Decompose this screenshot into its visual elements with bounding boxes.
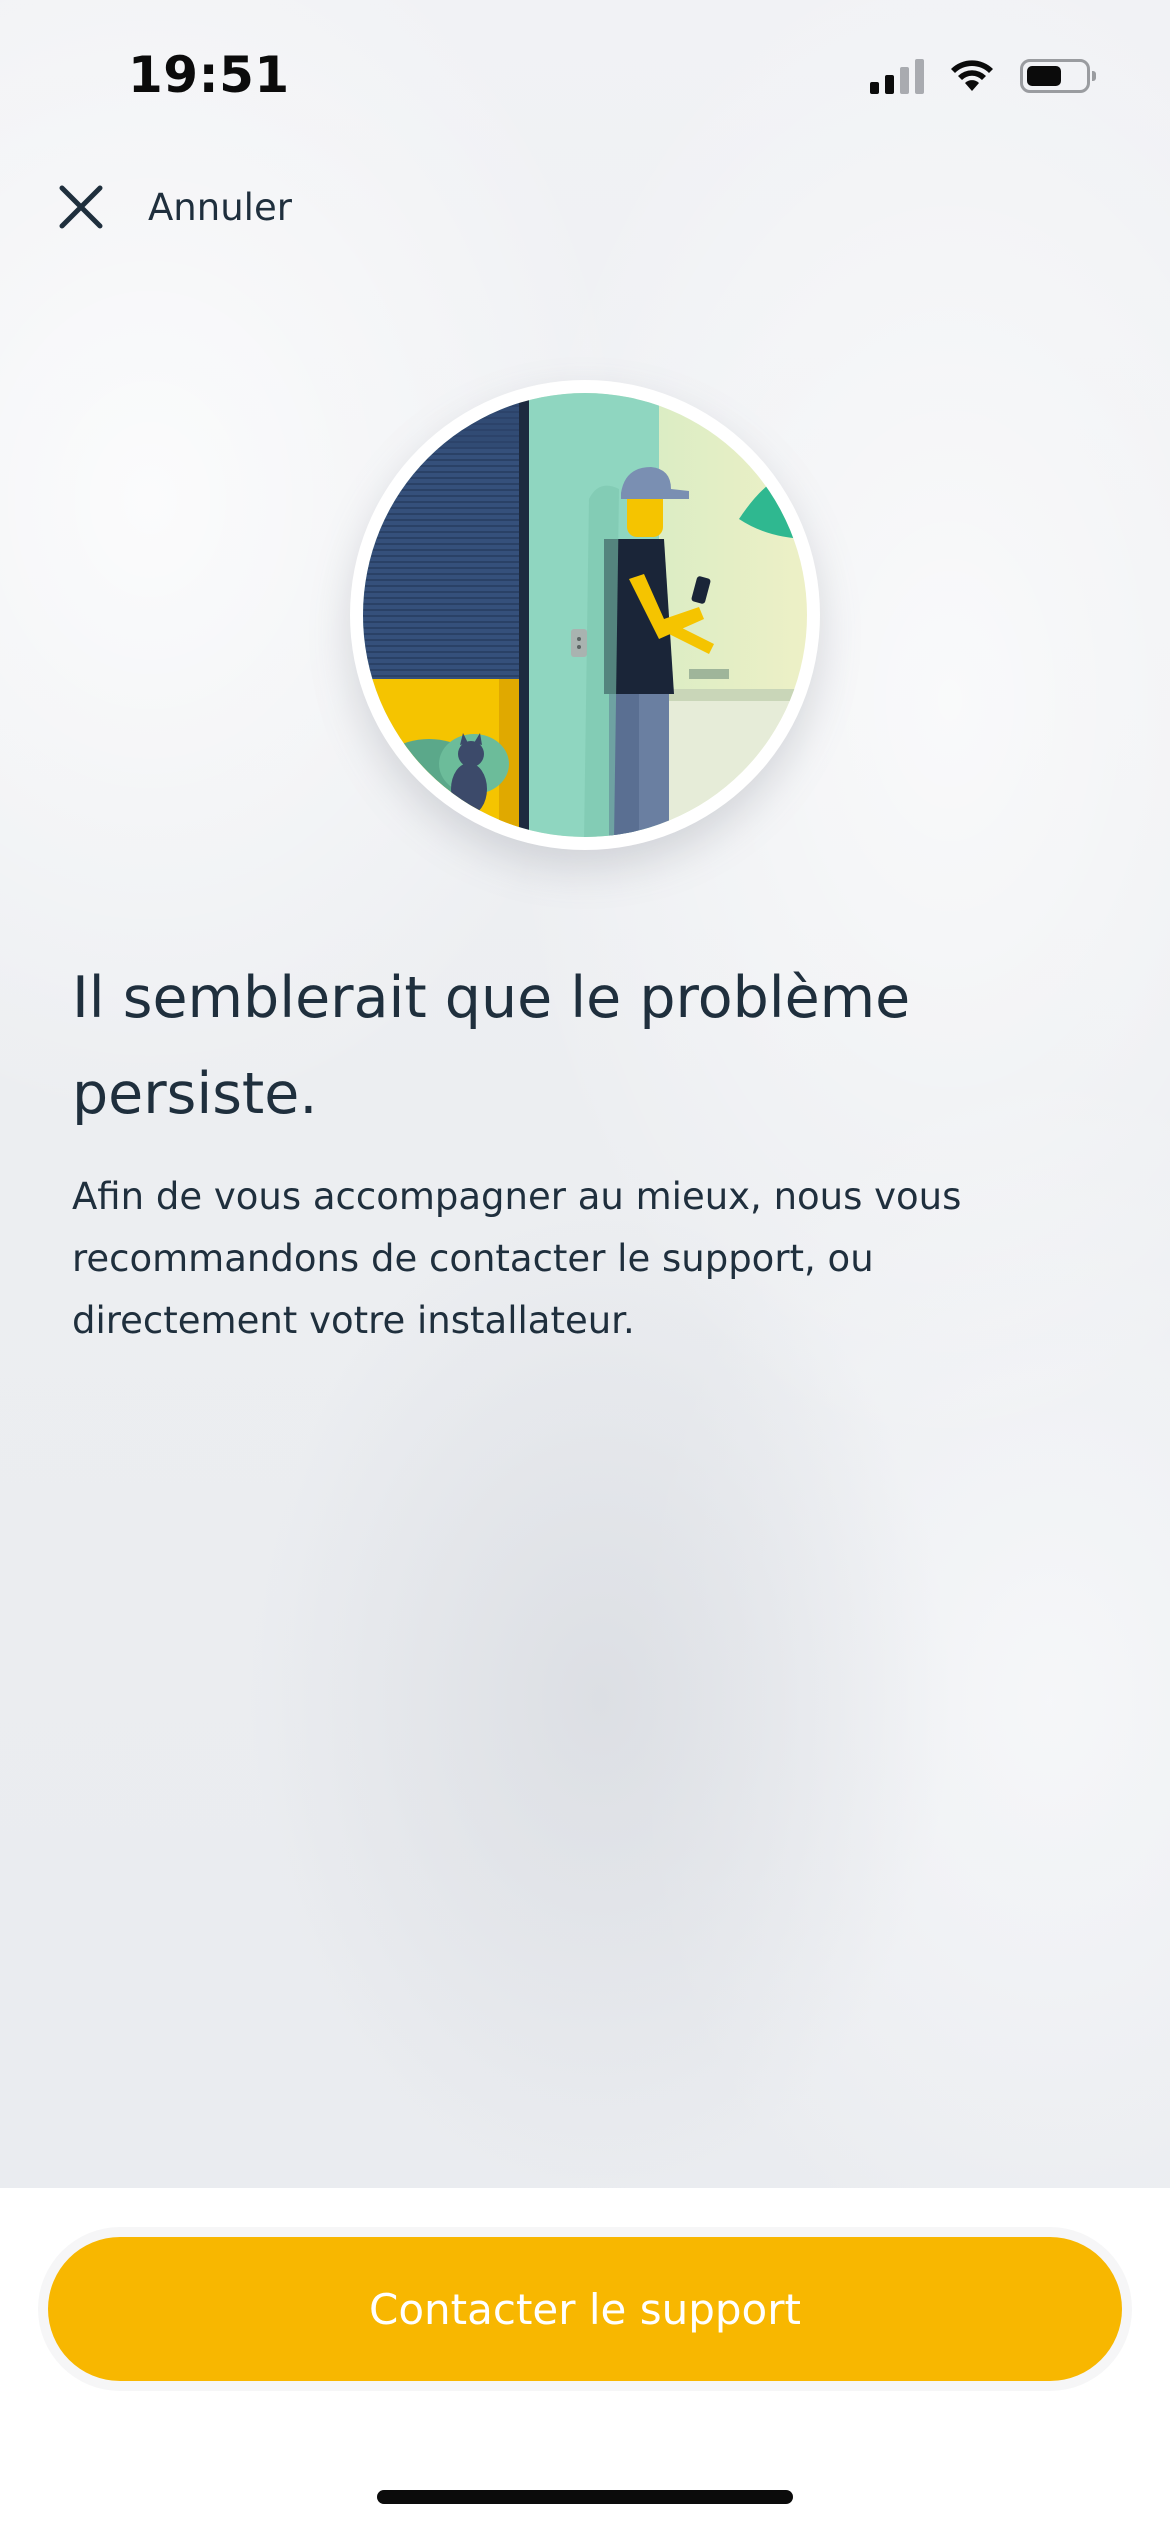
home-indicator[interactable]	[377, 2490, 793, 2504]
cancel-button[interactable]: Annuler	[56, 176, 292, 238]
battery-icon	[1020, 59, 1096, 93]
status-icons	[870, 54, 1096, 98]
wifi-icon	[951, 60, 993, 91]
message-content: Il semblerait que le problème persiste. …	[72, 950, 1092, 1352]
installer-illustration	[350, 380, 820, 850]
status-time: 19:51	[128, 46, 290, 104]
cancel-label: Annuler	[148, 185, 292, 229]
contact-support-button[interactable]: Contacter le support	[48, 2237, 1122, 2381]
close-icon[interactable]	[56, 182, 106, 232]
page-description: Afin de vous accompagner au mieux, nous …	[72, 1175, 962, 1342]
status-bar: 19:51	[0, 0, 1170, 150]
cellular-signal-icon	[870, 58, 924, 94]
page-title: Il semblerait que le problème persiste.	[72, 965, 911, 1127]
